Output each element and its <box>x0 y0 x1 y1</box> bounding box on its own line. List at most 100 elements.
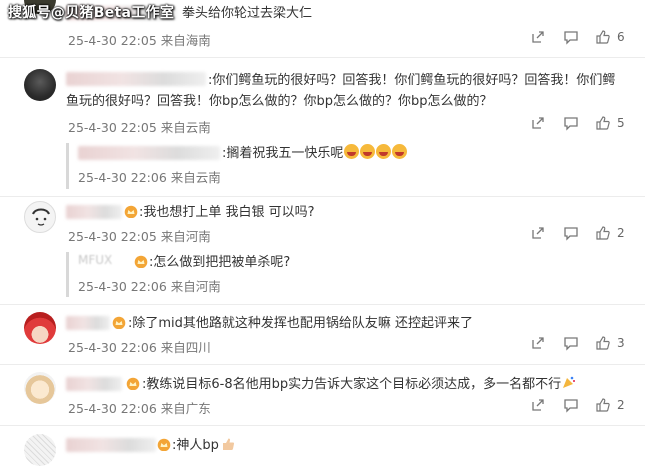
reply-meta: 25-4-30 22:06 来自河南 <box>78 276 221 295</box>
username-blurred[interactable] <box>66 377 122 391</box>
like-count: 6 <box>617 30 625 44</box>
like-button[interactable]: 3 <box>595 335 625 351</box>
share-icon <box>532 399 544 411</box>
comment-text: :教练说目标6-8名他用bp实力告诉大家这个目标必须达成，多一名都不行 <box>142 374 576 395</box>
comment-button[interactable] <box>563 335 579 351</box>
comment-time: 25-4-30 22:05 <box>68 33 157 48</box>
grin-emoji-icon <box>360 144 376 159</box>
reply-meta: 25-4-30 22:06 来自云南 <box>78 167 221 186</box>
comment-text-content: :神人bp <box>172 438 219 453</box>
thumbs-up-icon <box>596 398 610 412</box>
thumbs-up-icon <box>596 226 610 240</box>
share-button[interactable] <box>530 225 546 241</box>
comment-text: :神人bp <box>172 435 235 456</box>
share-button[interactable] <box>530 29 546 45</box>
username-blurred[interactable] <box>66 438 156 452</box>
like-button[interactable]: 2 <box>595 225 625 241</box>
comment-time: 25-4-30 22:05 <box>68 120 157 135</box>
comment-time: 25-4-30 22:05 <box>68 229 157 244</box>
reply-time: 25-4-30 22:06 <box>78 279 167 294</box>
comment-icon <box>564 227 578 241</box>
comment-meta: 25-4-30 22:05 来自海南 <box>68 30 211 49</box>
comment-text: :我也想打上单 我白银 可以吗? <box>139 205 315 220</box>
crown-badge-icon <box>126 377 140 390</box>
comment-text: :除了mid其他路就这种发挥也配用锅给队友嘛 还控起评来了 <box>128 316 474 331</box>
like-button[interactable]: 2 <box>595 397 625 413</box>
reply-text: :搁着祝我五一快乐呢 <box>222 143 408 164</box>
divider <box>0 364 645 365</box>
comment-meta: 25-4-30 22:05 来自云南 <box>68 117 211 136</box>
comment-button[interactable] <box>563 115 579 131</box>
like-count: 5 <box>617 116 625 130</box>
crown-badge-icon <box>112 316 126 329</box>
reply-time: 25-4-30 22:06 <box>78 170 167 185</box>
divider <box>0 425 645 426</box>
username-blurred[interactable] <box>66 316 110 330</box>
reply-text: :怎么做到把把被单杀呢? <box>149 255 291 270</box>
share-button[interactable] <box>530 115 546 131</box>
grin-emoji-icon <box>376 144 392 159</box>
crown-badge-icon <box>124 205 138 218</box>
comment-icon <box>564 337 578 351</box>
source-watermark: 搜狐号@贝猪Beta工作室 <box>8 5 175 21</box>
thumbs-up-icon <box>596 336 610 350</box>
share-button[interactable] <box>530 397 546 413</box>
comment-meta: 25-4-30 22:06 来自四川 <box>68 337 211 356</box>
comment-location: 来自广东 <box>160 401 211 416</box>
grin-emoji-icon <box>344 144 360 159</box>
user-avatar[interactable] <box>24 312 56 344</box>
comment-button[interactable] <box>563 29 579 45</box>
user-avatar[interactable] <box>24 434 56 466</box>
comment-time: 25-4-30 22:06 <box>68 340 157 355</box>
reply-location: 来自河南 <box>170 279 221 294</box>
comment-icon <box>564 117 578 131</box>
thumbs-up-icon <box>596 116 610 130</box>
like-count: 3 <box>617 336 625 350</box>
crown-badge-icon <box>157 438 171 451</box>
comment-meta: 25-4-30 22:05 来自河南 <box>68 226 211 245</box>
divider <box>0 304 645 305</box>
reply-text-content: :搁着祝我五一快乐呢 <box>222 146 344 161</box>
comment-icon <box>564 31 578 45</box>
comment-location: 来自海南 <box>160 33 211 48</box>
thumbs-up-icon <box>596 30 610 44</box>
comment-meta: 25-4-30 22:06 来自广东 <box>68 398 211 417</box>
user-avatar[interactable] <box>24 372 56 404</box>
share-button[interactable] <box>530 335 546 351</box>
comment-location: 来自四川 <box>160 340 211 355</box>
reply-indicator <box>66 252 69 297</box>
comment-icon <box>564 399 578 413</box>
share-icon <box>532 227 544 239</box>
thumbs-up-emoji-icon <box>222 438 234 450</box>
user-avatar[interactable] <box>24 69 56 101</box>
reply-location: 来自云南 <box>170 170 221 185</box>
comment-location: 来自云南 <box>160 120 211 135</box>
like-button[interactable]: 5 <box>595 115 625 131</box>
comment-text-line2: 鱼玩的很好吗？回答我！你bp怎么做的？你bp怎么做的？你bp怎么做的？ <box>66 94 493 109</box>
like-count: 2 <box>617 398 625 412</box>
party-popper-icon <box>563 376 576 388</box>
username-blurred[interactable] <box>66 72 206 86</box>
crown-badge-icon <box>134 255 148 268</box>
comment-button[interactable] <box>563 397 579 413</box>
comment-button[interactable] <box>563 225 579 241</box>
like-count: 2 <box>617 226 625 240</box>
reply-username[interactable]: MFUX <box>78 253 112 267</box>
comment-time: 25-4-30 22:06 <box>68 401 157 416</box>
comment-text: :你们鳄鱼玩的很好吗？回答我！你们鳄鱼玩的很好吗？回答我！你们鳄 <box>208 73 616 88</box>
divider <box>0 196 645 197</box>
user-avatar[interactable] <box>24 201 56 233</box>
avatar-image <box>32 208 50 226</box>
comment-text: 拳头给你轮过去梁大仁 <box>182 6 313 21</box>
comment-location: 来自河南 <box>160 229 211 244</box>
grin-emoji-icon <box>392 144 408 159</box>
share-icon <box>532 337 544 349</box>
share-icon <box>532 117 544 129</box>
reply-username-blurred[interactable] <box>78 146 220 160</box>
reply-indicator <box>66 143 69 189</box>
divider <box>0 57 645 58</box>
comment-text-content: :教练说目标6-8名他用bp实力告诉大家这个目标必须达成，多一名都不行 <box>142 377 562 392</box>
share-icon <box>532 31 544 43</box>
like-button[interactable]: 6 <box>595 29 625 45</box>
username-blurred[interactable] <box>66 205 122 219</box>
